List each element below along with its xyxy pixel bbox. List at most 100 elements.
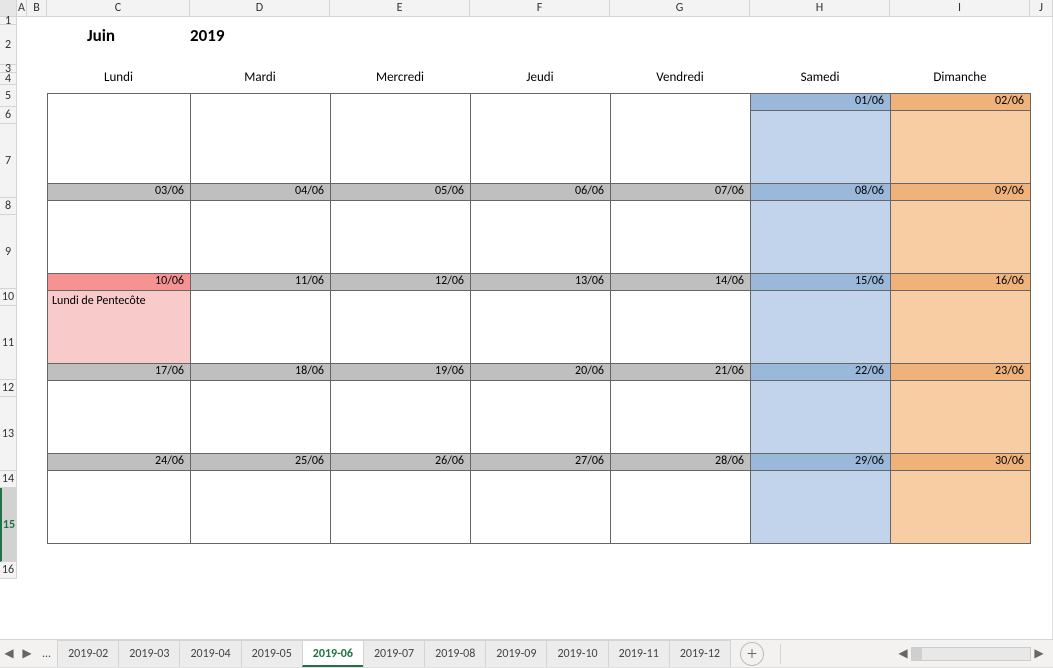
row-header-9[interactable]: 9 bbox=[0, 215, 17, 289]
calendar-cell[interactable]: 29/06 bbox=[751, 454, 891, 544]
sheet-tab[interactable]: 2019-02 bbox=[57, 640, 119, 667]
tab-nav-more[interactable]: ... bbox=[36, 647, 57, 661]
calendar-cell-blank[interactable] bbox=[331, 94, 471, 184]
sheet-tab[interactable]: 2019-07 bbox=[363, 640, 425, 667]
col-header-H[interactable]: H bbox=[750, 0, 890, 17]
calendar-note bbox=[891, 111, 1030, 183]
sheet-tab[interactable]: 2019-06 bbox=[302, 640, 364, 667]
calendar-cell[interactable]: 13/06 bbox=[471, 274, 611, 364]
col-header-C[interactable]: C bbox=[47, 0, 190, 17]
col-header-F[interactable]: F bbox=[470, 0, 610, 17]
calendar-cell[interactable]: 01/06 bbox=[751, 94, 891, 184]
row-header-12[interactable]: 12 bbox=[0, 380, 17, 397]
calendar-date: 28/06 bbox=[611, 454, 750, 471]
worksheet-grid[interactable]: Juin 2019 Lundi Mardi Mercredi Jeudi Ven… bbox=[17, 17, 1049, 544]
calendar-cell[interactable]: 16/06 bbox=[891, 274, 1031, 364]
row-header-5[interactable]: 5 bbox=[0, 85, 17, 107]
calendar-cell[interactable]: 06/06 bbox=[471, 184, 611, 274]
calendar-note bbox=[191, 291, 330, 363]
row-header-15[interactable]: 15 bbox=[0, 488, 17, 562]
sheet-tab[interactable]: 2019-05 bbox=[241, 640, 303, 667]
calendar-cell[interactable]: 18/06 bbox=[191, 364, 331, 454]
sheet-tab[interactable]: 2019-03 bbox=[118, 640, 180, 667]
calendar-cell[interactable]: 28/06 bbox=[611, 454, 751, 544]
calendar-cell[interactable]: 23/06 bbox=[891, 364, 1031, 454]
calendar-note bbox=[891, 471, 1030, 543]
row-header-8[interactable]: 8 bbox=[0, 198, 17, 215]
row-header-10[interactable]: 10 bbox=[0, 289, 17, 306]
calendar-cell[interactable]: 05/06 bbox=[331, 184, 471, 274]
col-header-G[interactable]: G bbox=[610, 0, 750, 17]
calendar-cell-blank[interactable] bbox=[611, 94, 751, 184]
calendar-date: 15/06 bbox=[751, 274, 890, 291]
calendar-note bbox=[611, 381, 750, 453]
calendar-note bbox=[471, 471, 610, 543]
calendar-cell[interactable]: 25/06 bbox=[191, 454, 331, 544]
calendar-cell[interactable]: 30/06 bbox=[891, 454, 1031, 544]
col-header-J[interactable]: J bbox=[1030, 0, 1053, 17]
sheet-tab[interactable]: 2019-10 bbox=[546, 640, 608, 667]
new-sheet-button[interactable]: ＋ bbox=[740, 642, 764, 666]
calendar-cell[interactable]: 04/06 bbox=[191, 184, 331, 274]
calendar-date: 01/06 bbox=[751, 94, 890, 111]
calendar-cell[interactable]: 02/06 bbox=[891, 94, 1031, 184]
col-header-E[interactable]: E bbox=[330, 0, 470, 17]
row-header-2[interactable]: 2 bbox=[0, 25, 17, 65]
scroll-right-arrow[interactable]: ▶ bbox=[1031, 646, 1047, 662]
calendar-cell-blank[interactable] bbox=[191, 94, 331, 184]
calendar-date bbox=[48, 94, 190, 111]
calendar-note bbox=[48, 381, 190, 453]
row-header-7[interactable]: 7 bbox=[0, 124, 17, 198]
sheet-tab[interactable]: 2019-11 bbox=[608, 640, 670, 667]
calendar-cell[interactable]: 19/06 bbox=[331, 364, 471, 454]
row-header-4[interactable]: 4 bbox=[0, 73, 17, 85]
calendar-cell[interactable]: 20/06 bbox=[471, 364, 611, 454]
calendar-cell[interactable]: 11/06 bbox=[191, 274, 331, 364]
row-header-13[interactable]: 13 bbox=[0, 397, 17, 471]
row-header-11[interactable]: 11 bbox=[0, 306, 17, 380]
calendar-cell[interactable]: 03/06 bbox=[48, 184, 191, 274]
horizontal-scrollbar[interactable]: ◀ ▶ bbox=[784, 646, 1053, 662]
col-header-I[interactable]: I bbox=[890, 0, 1030, 17]
calendar-date bbox=[611, 94, 750, 111]
calendar-cell[interactable]: 09/06 bbox=[891, 184, 1031, 274]
calendar-date bbox=[331, 94, 470, 111]
calendar-cell[interactable]: 24/06 bbox=[48, 454, 191, 544]
sheet-tab[interactable]: 2019-04 bbox=[179, 640, 241, 667]
row-header-16[interactable]: 16 bbox=[0, 562, 17, 579]
tab-nav-next[interactable]: ▶ bbox=[18, 640, 36, 668]
calendar-cell[interactable]: 27/06 bbox=[471, 454, 611, 544]
calendar-cell[interactable]: 15/06 bbox=[751, 274, 891, 364]
scroll-left-arrow[interactable]: ◀ bbox=[895, 646, 911, 662]
col-header-D[interactable]: D bbox=[190, 0, 330, 17]
calendar-cell[interactable]: 26/06 bbox=[331, 454, 471, 544]
calendar-cell[interactable]: 21/06 bbox=[611, 364, 751, 454]
calendar-cell[interactable]: 07/06 bbox=[611, 184, 751, 274]
sheet-tab[interactable]: 2019-12 bbox=[669, 640, 731, 667]
calendar-note bbox=[891, 381, 1030, 453]
col-header-B[interactable]: B bbox=[27, 0, 47, 17]
calendar-note bbox=[471, 111, 610, 183]
calendar-note bbox=[751, 201, 890, 273]
calendar-cell[interactable]: 10/06Lundi de Pentecôte bbox=[48, 274, 191, 364]
calendar-cell-blank[interactable] bbox=[471, 94, 611, 184]
row-header-1[interactable]: 1 bbox=[0, 17, 17, 25]
col-header-A[interactable]: A bbox=[17, 0, 27, 17]
calendar-cell[interactable]: 14/06 bbox=[611, 274, 751, 364]
row-header-14[interactable]: 14 bbox=[0, 471, 17, 488]
scroll-track[interactable] bbox=[911, 647, 1031, 661]
row-header-6[interactable]: 6 bbox=[0, 107, 17, 124]
calendar-cell[interactable]: 17/06 bbox=[48, 364, 191, 454]
calendar-cell[interactable]: 08/06 bbox=[751, 184, 891, 274]
calendar-date: 07/06 bbox=[611, 184, 750, 201]
calendar-date: 17/06 bbox=[48, 364, 190, 381]
scroll-thumb[interactable] bbox=[912, 648, 922, 660]
calendar-cell[interactable]: 12/06 bbox=[331, 274, 471, 364]
month-label: Juin bbox=[47, 17, 190, 46]
sheet-tab[interactable]: 2019-08 bbox=[424, 640, 486, 667]
calendar-cell[interactable]: 22/06 bbox=[751, 364, 891, 454]
sheet-tab[interactable]: 2019-09 bbox=[485, 640, 547, 667]
calendar-note bbox=[48, 111, 190, 183]
tab-nav-prev[interactable]: ◀ bbox=[0, 640, 18, 668]
calendar-cell-blank[interactable] bbox=[48, 94, 191, 184]
